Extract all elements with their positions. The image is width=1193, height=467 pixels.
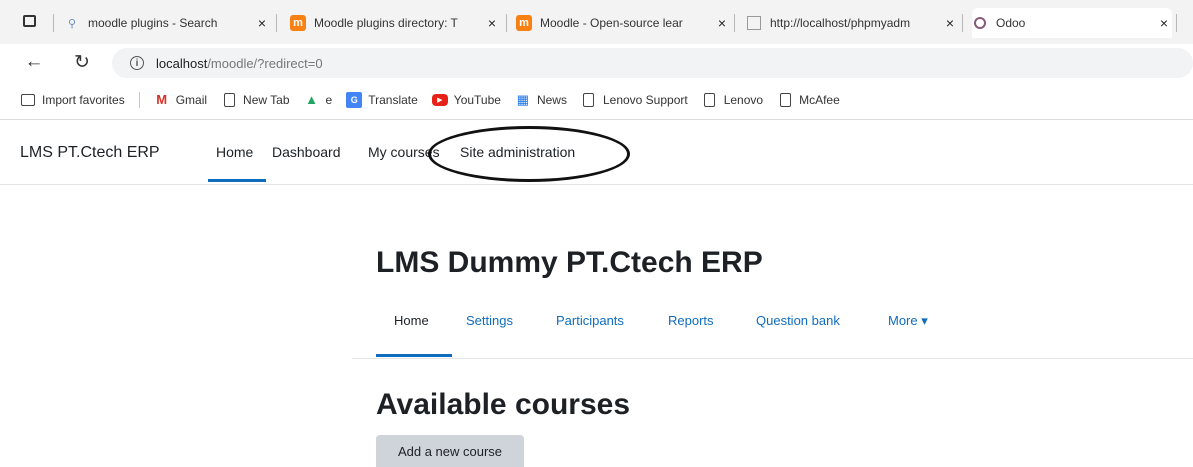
refresh-icon[interactable]: ↻ [70, 50, 94, 74]
bookmark-mcafee[interactable]: McAfee [777, 92, 840, 108]
url-host: localhost [156, 55, 208, 71]
page-icon [777, 92, 793, 108]
odoo-icon [972, 15, 988, 31]
page-icon [746, 15, 762, 31]
tab-question-bank[interactable]: Question bank [756, 313, 840, 328]
bookmark-import-favorites[interactable]: Import favorites [20, 92, 125, 108]
close-icon[interactable]: × [254, 15, 270, 31]
browser-tab-strip: ⚲ moodle plugins - Search × m Moodle plu… [0, 0, 1193, 44]
tab-odoo[interactable]: Odoo × [972, 8, 1172, 38]
info-icon[interactable]: i [130, 56, 144, 70]
tab-moodle-plugins-search[interactable]: ⚲ moodle plugins - Search × [64, 8, 270, 38]
moodle-icon: m [290, 15, 306, 31]
close-icon[interactable]: × [1156, 15, 1172, 31]
address-bar-row: ← ↻ i localhost/moodle/?redirect=0 [0, 44, 1193, 80]
tab-separator [962, 14, 963, 32]
tab-title: moodle plugins - Search [88, 16, 218, 30]
bookmark-separator [138, 91, 140, 108]
bookmark-lenovo-support[interactable]: Lenovo Support [581, 92, 688, 108]
nav-home[interactable]: Home [216, 144, 253, 160]
close-icon[interactable]: × [942, 15, 958, 31]
tab-title: Odoo [996, 16, 1026, 30]
url-path: /moodle/?redirect=0 [207, 55, 323, 71]
tab-moodle-plugins-directory[interactable]: m Moodle plugins directory: T × [290, 8, 500, 38]
active-nav-indicator [208, 179, 266, 182]
tab-home[interactable]: Home [394, 313, 429, 328]
close-icon[interactable]: × [714, 15, 730, 31]
tab-title: Moodle - Open-source lear [540, 16, 683, 30]
bookmark-label: Translate [368, 92, 418, 107]
search-icon: ⚲ [67, 17, 77, 30]
bookmarks-bar: Import favorites M Gmail New Tab ▲ e G Tran… [0, 80, 1193, 120]
active-tab-indicator [376, 354, 452, 357]
bookmark-label: YouTube [453, 92, 501, 107]
youtube-icon: ▶ [431, 93, 448, 106]
bookmark-label: News [536, 92, 567, 107]
page-icon [221, 92, 237, 108]
translate-icon: G [346, 91, 363, 108]
news-icon: ▦ [516, 91, 530, 107]
bookmark-drive[interactable]: ▲ e [304, 92, 333, 108]
address-bar[interactable]: i localhost/moodle/?redirect=0 [112, 48, 1193, 78]
tab-title: Moodle plugins directory: T [314, 16, 458, 30]
bookmark-new-tab[interactable]: New Tab [221, 92, 290, 108]
bookmark-youtube[interactable]: ▶ YouTube [431, 92, 501, 107]
tab-separator [53, 14, 54, 32]
tab-actions-icon[interactable] [20, 12, 38, 30]
bookmark-label: New Tab [243, 92, 290, 107]
tab-title: http://localhost/phpmyadm [770, 16, 911, 30]
bookmark-translate[interactable]: G Translate [346, 91, 418, 108]
page-icon [581, 92, 597, 108]
available-courses-heading: Available courses [376, 388, 631, 421]
drive-icon: ▲ [305, 92, 318, 107]
gmail-icon: M [156, 92, 168, 107]
tab-separator [276, 14, 277, 32]
secondary-navigation: Home Settings Participants Reports Quest… [352, 302, 1193, 359]
close-icon[interactable]: × [484, 15, 500, 31]
add-new-course-button[interactable]: Add a new course [376, 435, 524, 467]
bookmark-label: Lenovo [723, 92, 764, 107]
page-icon [702, 92, 718, 108]
bookmark-label: Import favorites [42, 92, 125, 107]
bookmark-label: Lenovo Support [602, 92, 688, 107]
tab-separator [734, 14, 735, 32]
bookmark-label: McAfee [799, 92, 840, 107]
site-name[interactable]: LMS PT.Ctech ERP [20, 144, 160, 162]
tab-settings[interactable]: Settings [466, 313, 513, 328]
bookmark-news[interactable]: ▦ News [515, 92, 567, 108]
tab-participants[interactable]: Participants [556, 313, 624, 328]
bookmark-label: Gmail [175, 92, 208, 107]
tab-reports[interactable]: Reports [668, 313, 714, 328]
tab-separator [506, 14, 507, 32]
nav-dashboard[interactable]: Dashboard [272, 144, 341, 160]
tab-phpmyadmin[interactable]: http://localhost/phpmyadm × [746, 8, 958, 38]
bookmark-gmail[interactable]: M Gmail [154, 92, 207, 108]
page-title: LMS Dummy PT.Ctech ERP [376, 246, 763, 279]
import-icon [20, 92, 36, 108]
bookmark-label: e [325, 92, 333, 107]
bookmark-lenovo[interactable]: Lenovo [702, 92, 763, 108]
back-arrow-icon[interactable]: ← [22, 50, 46, 74]
annotation-ellipse [428, 126, 630, 182]
tab-moodle-open-source[interactable]: m Moodle - Open-source lear × [516, 8, 730, 38]
moodle-icon: m [516, 15, 532, 31]
tab-separator [1176, 14, 1177, 32]
tab-more[interactable]: More ▾ [888, 313, 928, 329]
